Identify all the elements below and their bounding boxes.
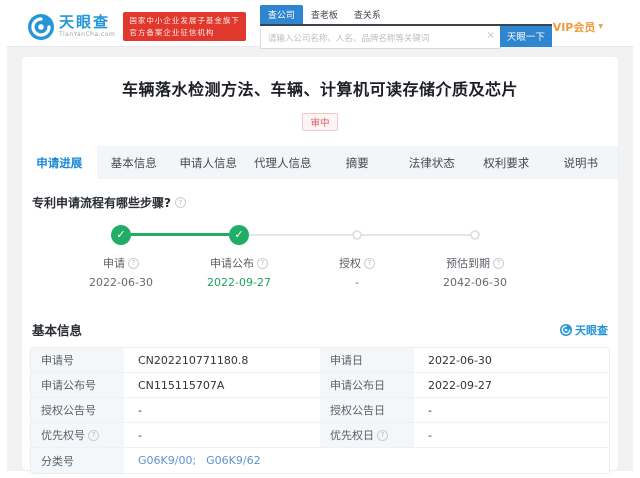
field-label: 授权公告日 [320,398,416,422]
header-search: 查公司 查老板 查关系 × 天眼一下 [259,4,552,49]
field-value: 2022-09-27 [428,378,492,392]
tab-claims[interactable]: 权利要求 [469,146,544,179]
help-icon[interactable]: ? [257,257,268,269]
step-date: 2022-09-27 [207,276,271,289]
tianyancha-logo[interactable]: 天眼查 TianYanCha.com [28,13,116,40]
tab-agent-info[interactable]: 代理人信息 [246,146,321,179]
chevron-down-icon: ▼ [598,23,603,30]
help-icon[interactable]: ? [174,197,186,208]
step-date: 2042-06-30 [443,276,507,289]
search-tab-company[interactable]: 查公司 [259,4,303,24]
search-input[interactable] [259,27,500,49]
classification-link[interactable]: G06K9/62 [206,454,260,467]
brand-name: 天眼查 [59,13,111,31]
search-button[interactable]: 天眼一下 [499,25,552,47]
timeline-step-grant: 授权? - [298,224,416,289]
timeline-step-apply: ✓ 申请? 2022-06-30 [62,224,180,289]
check-icon: ✓ [229,224,249,245]
classification-values: G06K9/00; G06K9/62 [126,448,609,473]
tab-description[interactable]: 说明书 [544,146,619,179]
application-progress-section: 专利申请流程有哪些步骤? ? ✓ 申请? 2022-06-30 ✓ 申请公布? … [22,179,618,314]
patent-title: 车辆落水检测方法、车辆、计算机可读存储介质及芯片 [121,80,518,99]
eye-logo-icon [560,323,572,336]
tab-legal-status[interactable]: 法律状态 [395,146,470,179]
top-header: 天眼查 TianYanCha.com 国家中小企业发展子基金旗下 官方备案企业征… [7,4,633,49]
field-label: 优先权号 ? [31,423,126,447]
table-row: 分类号 G06K9/00; G06K9/62 [31,448,609,473]
gov-certification-badge: 国家中小企业发展子基金旗下 官方备案企业征信机构 [123,12,246,41]
search-tab-boss[interactable]: 查老板 [303,5,346,24]
detail-tabbar: 申请进展 基本信息 申请人信息 代理人信息 摘要 法律状态 权利要求 说明书 [22,146,618,179]
check-icon: ✓ [111,224,131,245]
field-label: 分类号 [31,448,126,473]
basic-info-title: 基本信息 [32,323,83,338]
brand-domain: TianYanCha.com [59,31,116,38]
tab-abstract[interactable]: 摘要 [320,146,395,179]
step-date: 2022-06-30 [89,276,153,289]
pending-dot-icon [470,229,480,240]
pending-dot-icon [352,229,362,240]
field-label: 授权公告号 [31,398,126,422]
timeline-step-publication: ✓ 申请公布? 2022-09-27 [180,224,298,289]
help-icon[interactable]: ? [377,429,388,441]
field-value: 2022-06-30 [428,353,492,367]
help-icon[interactable]: ? [364,257,375,269]
timeline-step-expiry: 预估到期? 2042-06-30 [416,224,534,289]
field-value: CN115115707A [126,373,320,397]
progress-timeline: ✓ 申请? 2022-06-30 ✓ 申请公布? 2022-09-27 授权? … [32,224,608,312]
vip-member-menu[interactable]: VIP会员 ▼ [553,19,603,35]
help-icon[interactable]: ? [493,257,504,269]
tab-application-progress[interactable]: 申请进展 [22,146,97,179]
table-row: 申请号 CN202210771180.8 申请日 2022-06-30 [31,348,609,373]
field-label: 优先权日 ? [320,423,416,447]
field-label: 申请公布日 [320,373,416,397]
search-type-tabs: 查公司 查老板 查关系 [259,4,552,26]
tab-basic-info[interactable]: 基本信息 [97,146,172,179]
table-row: 授权公告号 - 授权公告日 - [31,398,609,423]
field-value: - [126,398,320,422]
tab-applicant-info[interactable]: 申请人信息 [171,146,246,179]
step-date: - [355,276,359,289]
table-row: 优先权号 ? - 优先权日 ? - [31,423,609,448]
table-row: 申请公布号 CN115115707A 申请公布日 2022-09-27 [31,373,609,398]
clear-search-icon[interactable]: × [486,30,494,41]
field-value: - [428,403,432,417]
field-label: 申请日 [320,348,416,372]
eye-logo-icon [28,13,54,40]
patent-detail-card: 车辆落水检测方法、车辆、计算机可读存储介质及芯片 审中 申请进展 基本信息 申请… [22,57,618,474]
progress-question: 专利申请流程有哪些步骤? ? [32,194,608,211]
page-background: 天眼查 TianYanCha.com 国家中小企业发展子基金旗下 官方备案企业征… [7,4,633,474]
search-tab-relation[interactable]: 查关系 [346,5,389,24]
tianyancha-watermark: 天眼查 [560,322,608,338]
field-label: 申请公布号 [31,373,126,397]
basic-info-section: 基本信息 天眼查 申请号 CN202210771180.8 申请日 2022-0… [22,314,618,474]
field-label: 申请号 [31,348,126,372]
basic-info-table: 申请号 CN202210771180.8 申请日 2022-06-30 申请公布… [30,347,610,474]
field-value: - [126,423,320,447]
classification-link[interactable]: G06K9/00; [138,454,196,467]
field-value: CN202210771180.8 [126,348,320,372]
help-icon[interactable]: ? [128,257,139,269]
status-badge: 审中 [302,113,338,131]
field-value: - [428,428,432,442]
help-icon[interactable]: ? [88,429,99,441]
